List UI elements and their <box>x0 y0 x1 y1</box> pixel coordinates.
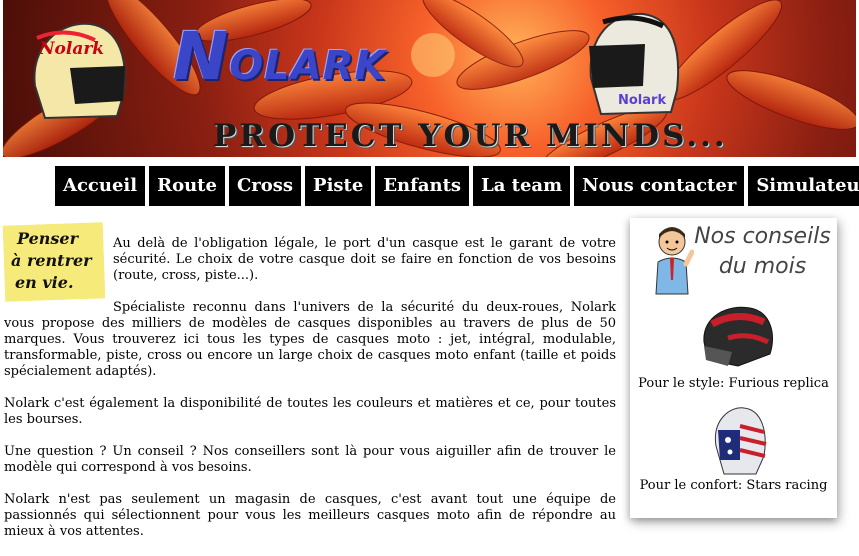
main-nav: Accueil Route Cross Piste Enfants La tea… <box>55 166 859 206</box>
site-logo[interactable]: NOLARK <box>173 18 387 95</box>
nav-item-simulateur[interactable]: Simulateur <box>748 166 859 206</box>
logo-rest: OLARK <box>229 43 387 89</box>
paragraph-question: Une question ? Un conseil ? Nos conseill… <box>4 444 616 475</box>
svg-text:en vie.: en vie. <box>15 273 74 292</box>
main-content: Penser à rentrer en vie. Au delà de l'ob… <box>2 222 616 556</box>
svg-text:Penser: Penser <box>16 229 80 248</box>
advisor-icon <box>655 227 694 295</box>
nav-item-nous-contacter[interactable]: Nous contacter <box>574 166 745 206</box>
advice-sidebar: Nos conseils du mois Pour le style: Furi… <box>630 218 837 518</box>
slogan: PROTECT YOUR MINDS... <box>213 118 728 154</box>
sidebar-item-label-2[interactable]: Pour le confort: Stars racing <box>630 478 837 493</box>
helmet-stars-racing-image[interactable] <box>710 404 770 476</box>
sidebar-title: Nos conseils du mois <box>690 222 835 282</box>
helmet-right-image: Nolark <box>589 12 680 116</box>
sidebar-item-label-1[interactable]: Pour le style: Furious replica <box>630 376 837 391</box>
sticky-note-image: Penser à rentrer en vie. <box>2 222 106 302</box>
nav-item-accueil[interactable]: Accueil <box>55 166 146 206</box>
helmet-furious-replica-image[interactable] <box>698 302 778 370</box>
sidebar-title-line1: Nos conseils <box>694 224 831 249</box>
nav-item-cross[interactable]: Cross <box>228 166 302 206</box>
paragraph-team: Nolark n'est pas seulement un magasin de… <box>4 492 616 539</box>
paragraph-colors: Nolark c'est également la disponibilité … <box>4 396 616 427</box>
sidebar-title-line2: du mois <box>718 254 807 279</box>
paragraph-specialist: Spécialiste reconnu dans l'univers de la… <box>4 300 616 379</box>
nav-item-piste[interactable]: Piste <box>305 166 372 206</box>
nav-item-route[interactable]: Route <box>149 166 225 206</box>
helmet-left-image: Nolark <box>33 22 126 120</box>
header-banner: Nolark NOLARK Nolark PROTECT YOUR MINDS.… <box>3 0 856 157</box>
logo-initial: N <box>173 18 230 95</box>
nav-item-la-team[interactable]: La team <box>473 166 571 206</box>
svg-text:à rentrer: à rentrer <box>11 251 93 270</box>
svg-text:Nolark: Nolark <box>38 39 104 59</box>
svg-text:Nolark: Nolark <box>618 93 666 108</box>
nav-item-enfants[interactable]: Enfants <box>375 166 470 206</box>
